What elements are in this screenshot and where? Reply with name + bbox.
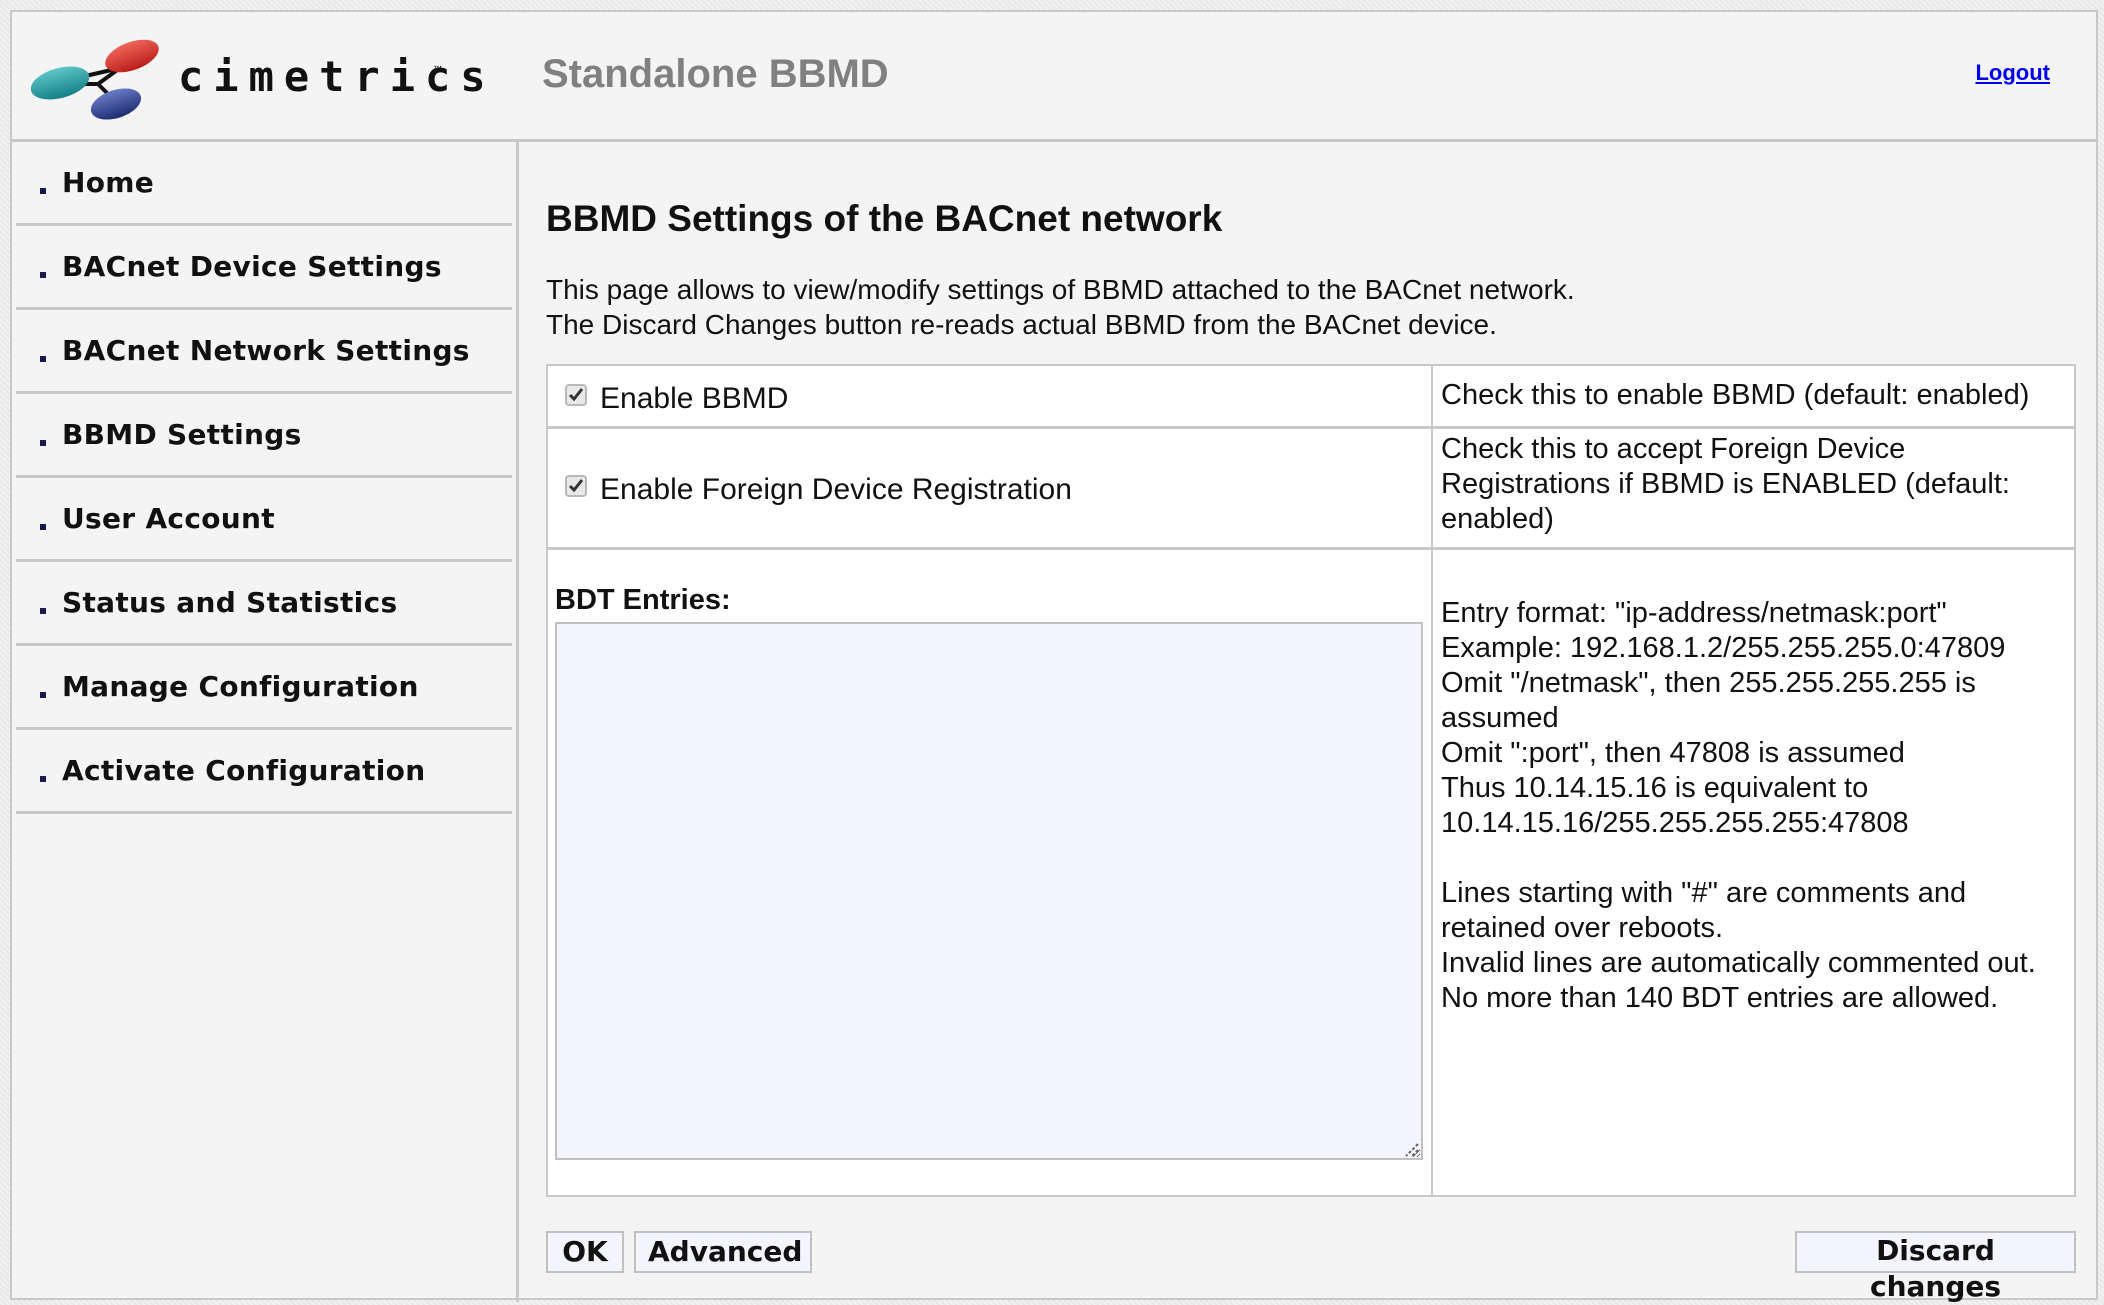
bdt-help: Entry format: "ip-address/netmask:port" …: [1441, 596, 2036, 1016]
page-frame: cimetrics ™ Standalone BBMD Logout Home …: [10, 10, 2098, 1303]
enable-fdr-help: Check this to accept Foreign Device Regi…: [1441, 432, 2010, 537]
checkmark-icon: [568, 479, 584, 493]
sidebar-item-label: BBMD Settings: [62, 418, 302, 451]
sidebar-item-status-and-statistics[interactable]: Status and Statistics: [16, 562, 512, 646]
logo-mark-icon: [30, 39, 159, 120]
cimetrics-logo: cimetrics ™: [28, 28, 486, 128]
logout-link[interactable]: Logout: [1975, 60, 2050, 86]
sidebar-item-label: BACnet Device Settings: [62, 250, 442, 283]
bullet-icon: [40, 692, 46, 698]
help-line: Lines starting with "#" are comments and: [1441, 877, 1967, 909]
bullet-icon: [40, 356, 46, 362]
sidebar-item-label: BACnet Network Settings: [62, 334, 470, 367]
help-line: Invalid lines are automatically commente…: [1441, 947, 2036, 979]
help-line: [1441, 841, 2036, 876]
help-line: Registrations if BBMD is ENABLED (defaul…: [1441, 468, 2010, 500]
bdt-entries-textarea[interactable]: [555, 622, 1423, 1160]
help-line: Check this to accept Foreign Device: [1441, 433, 1906, 465]
help-line: Thus 10.14.15.16 is equivalent to: [1441, 772, 1869, 804]
sidebar-item-label: User Account: [62, 502, 275, 535]
checkmark-icon: [568, 388, 584, 402]
app-title: Standalone BBMD: [542, 52, 889, 96]
trademark-mark: ™: [433, 64, 442, 74]
row-divider: [548, 547, 2074, 550]
sidebar-item-activate-configuration[interactable]: Activate Configuration: [16, 730, 512, 814]
sidebar-item-home[interactable]: Home: [16, 142, 512, 226]
help-line: enabled): [1441, 503, 1554, 535]
help-line: 10.14.15.16/255.255.255.255:47808: [1441, 807, 1909, 839]
bullet-icon: [40, 524, 46, 530]
bullet-icon: [40, 188, 46, 194]
sidebar-item-manage-configuration[interactable]: Manage Configuration: [16, 646, 512, 730]
bullet-icon: [40, 440, 46, 446]
help-line: Entry format: "ip-address/netmask:port": [1441, 597, 1947, 629]
description-line: This page allows to view/modify settings…: [546, 274, 1575, 305]
sidebar-item-bacnet-network-settings[interactable]: BACnet Network Settings: [16, 310, 512, 394]
advanced-button[interactable]: Advanced: [634, 1231, 812, 1273]
bdt-entries-label: BDT Entries:: [555, 584, 731, 616]
enable-bbmd-label[interactable]: Enable BBMD: [600, 382, 788, 416]
page-heading: BBMD Settings of the BACnet network: [546, 198, 1223, 239]
bullet-icon: [40, 608, 46, 614]
header: cimetrics ™ Standalone BBMD Logout: [12, 12, 2096, 142]
sidebar-item-label: Manage Configuration: [62, 670, 419, 703]
brand-name: cimetrics: [178, 52, 496, 101]
help-line: assumed: [1441, 702, 1559, 734]
help-line: Omit "/netmask", then 255.255.255.255 is: [1441, 667, 1976, 699]
help-line: retained over reboots.: [1441, 912, 1724, 944]
enable-fdr-label[interactable]: Enable Foreign Device Registration: [600, 473, 1072, 507]
help-line: Example: 192.168.1.2/255.255.255.0:47809: [1441, 632, 2006, 664]
column-divider: [1431, 366, 1433, 1195]
enable-bbmd-help: Check this to enable BBMD (default: enab…: [1441, 379, 2030, 411]
description-line: The Discard Changes button re-reads actu…: [546, 309, 1497, 340]
page-description: This page allows to view/modify settings…: [546, 272, 1575, 342]
discard-changes-button[interactable]: Discard changes: [1795, 1231, 2076, 1303]
sidebar-item-bacnet-device-settings[interactable]: BACnet Device Settings: [16, 226, 512, 310]
sidebar-item-bbmd-settings[interactable]: BBMD Settings: [16, 394, 512, 478]
sidebar-item-label: Activate Configuration: [62, 754, 426, 787]
help-line: No more than 140 BDT entries are allowed…: [1441, 982, 1999, 1014]
enable-fdr-checkbox[interactable]: [565, 475, 587, 497]
row-divider: [548, 426, 2074, 429]
sidebar-nav: Home BACnet Device Settings BACnet Netwo…: [12, 142, 519, 1302]
sidebar-item-label: Status and Statistics: [62, 586, 398, 619]
settings-table: Enable BBMD Check this to enable BBMD (d…: [546, 364, 2076, 1197]
help-line: Omit ":port", then 47808 is assumed: [1441, 737, 1905, 769]
enable-bbmd-checkbox[interactable]: [565, 384, 587, 406]
sidebar-item-user-account[interactable]: User Account: [16, 478, 512, 562]
bullet-icon: [40, 272, 46, 278]
bullet-icon: [40, 776, 46, 782]
ok-button[interactable]: OK: [546, 1231, 624, 1273]
main-content: BBMD Settings of the BACnet network This…: [519, 142, 2096, 1303]
sidebar-item-label: Home: [62, 166, 155, 199]
